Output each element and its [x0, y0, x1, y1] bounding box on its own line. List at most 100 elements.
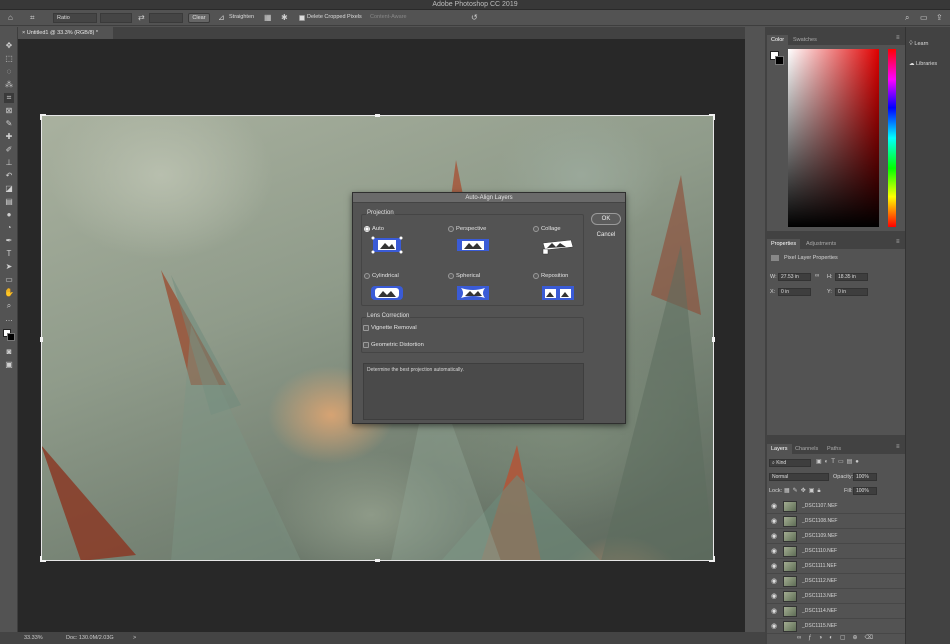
crop-handle-left[interactable]: [40, 337, 43, 342]
perspective-label[interactable]: Perspective: [456, 226, 486, 232]
crop-tool-icon[interactable]: ⌗: [30, 14, 35, 22]
eyedropper-tool-icon[interactable]: ✎: [4, 119, 14, 129]
layer-row[interactable]: ◉ _DSC1109.NEF: [767, 529, 905, 544]
visibility-eye-icon[interactable]: ◉: [771, 577, 777, 585]
tab-properties[interactable]: Properties: [767, 239, 801, 249]
layer-row[interactable]: ◉ _DSC1115.NEF: [767, 619, 905, 634]
height-input[interactable]: [149, 13, 183, 23]
marquee-tool-icon[interactable]: ⬚: [4, 54, 14, 64]
visibility-eye-icon[interactable]: ◉: [771, 532, 777, 540]
layer-filter-kind[interactable]: ⌕ Kind: [769, 459, 811, 467]
shape-tool-icon[interactable]: ▭: [4, 275, 14, 285]
brush-tool-icon[interactable]: ✐: [4, 145, 14, 155]
tab-layers[interactable]: Layers: [767, 444, 792, 454]
layer-row[interactable]: ◉ _DSC1107.NEF: [767, 499, 905, 514]
crop-handle-top-left[interactable]: [40, 114, 46, 120]
straighten-label[interactable]: Straighten: [229, 14, 254, 20]
y-field[interactable]: 0 in: [835, 288, 868, 296]
swap-icon[interactable]: ⇄: [138, 14, 145, 22]
blend-mode-select[interactable]: Normal: [769, 473, 829, 481]
crop-handle-top[interactable]: [375, 114, 380, 117]
height-field[interactable]: 18.35 in: [835, 273, 868, 281]
layer-row[interactable]: ◉ _DSC1114.NEF: [767, 604, 905, 619]
crop-handle-bottom-left[interactable]: [40, 556, 46, 562]
collage-radio[interactable]: [533, 226, 539, 232]
tab-swatches[interactable]: Swatches: [789, 35, 821, 45]
background-color-chip[interactable]: [775, 56, 784, 65]
move-tool-icon[interactable]: ✥: [4, 41, 14, 51]
lock-icons[interactable]: ▦✎✥▣🔒︎: [784, 487, 824, 495]
crop-handle-right[interactable]: [712, 337, 715, 342]
zoom-level[interactable]: 33.33%: [24, 632, 43, 644]
panel-menu-icon[interactable]: ≡: [896, 35, 900, 41]
home-icon[interactable]: ⌂: [8, 14, 13, 22]
panel-menu-icon[interactable]: ≡: [896, 239, 900, 245]
delete-cropped-checkbox[interactable]: [299, 15, 305, 21]
visibility-eye-icon[interactable]: ◉: [771, 517, 777, 525]
auto-label[interactable]: Auto: [372, 226, 384, 232]
cylindrical-label[interactable]: Cylindrical: [372, 273, 399, 279]
grid-overlay-icon[interactable]: ▦: [264, 14, 272, 22]
quick-mask-icon[interactable]: ◙: [4, 347, 14, 357]
geometric-label[interactable]: Geometric Distortion: [371, 342, 424, 348]
gear-icon[interactable]: ✱: [281, 14, 288, 22]
reposition-label[interactable]: Reposition: [541, 273, 568, 279]
status-menu-arrow[interactable]: >: [133, 632, 136, 644]
history-brush-icon[interactable]: ↶: [4, 171, 14, 181]
background-color-swatch[interactable]: [7, 333, 15, 341]
width-field[interactable]: 27.53 in: [778, 273, 811, 281]
eraser-tool-icon[interactable]: ◪: [4, 184, 14, 194]
tab-paths[interactable]: Paths: [823, 444, 845, 454]
visibility-eye-icon[interactable]: ◉: [771, 622, 777, 630]
straighten-icon[interactable]: ⊿: [218, 14, 225, 22]
layer-row[interactable]: ◉ _DSC1112.NEF: [767, 574, 905, 589]
vignette-label[interactable]: Vignette Removal: [371, 325, 417, 331]
hand-tool-icon[interactable]: ✋: [4, 288, 14, 298]
layer-row[interactable]: ◉ _DSC1113.NEF: [767, 589, 905, 604]
ok-button[interactable]: OK: [591, 213, 621, 225]
crop-handle-bottom-right[interactable]: [709, 556, 715, 562]
tab-color[interactable]: Color: [767, 35, 789, 45]
frame-tool-icon[interactable]: ⊠: [4, 106, 14, 116]
geometric-checkbox[interactable]: [363, 342, 369, 348]
crop-handle-bottom[interactable]: [375, 559, 380, 562]
stamp-tool-icon[interactable]: ⊥: [4, 158, 14, 168]
ratio-select[interactable]: Ratio: [53, 13, 97, 23]
vignette-checkbox[interactable]: [363, 325, 369, 331]
layers-footer-icons[interactable]: ∞ƒ◑◐▢⊕⌫: [767, 634, 905, 644]
link-icon[interactable]: ∞: [815, 273, 819, 279]
dodge-tool-icon[interactable]: ◔: [4, 223, 14, 233]
tab-adjustments[interactable]: Adjustments: [802, 239, 840, 249]
hue-slider[interactable]: [888, 49, 896, 227]
search-icon[interactable]: ⌕: [905, 14, 909, 22]
pen-tool-icon[interactable]: ✒: [4, 236, 14, 246]
perspective-radio[interactable]: [448, 226, 454, 232]
healing-tool-icon[interactable]: ✚: [4, 132, 14, 142]
zoom-tool-icon[interactable]: ⌕: [4, 301, 14, 311]
reposition-radio[interactable]: [533, 273, 539, 279]
crop-tool-icon[interactable]: ⌗: [4, 93, 14, 103]
more-tools-icon[interactable]: …: [4, 314, 14, 324]
share-icon[interactable]: ⇪: [936, 14, 943, 22]
path-select-tool-icon[interactable]: ➤: [4, 262, 14, 272]
learn-button[interactable]: 💡︎ Learn: [909, 38, 949, 50]
visibility-eye-icon[interactable]: ◉: [771, 502, 777, 510]
collage-label[interactable]: Collage: [541, 226, 561, 232]
visibility-eye-icon[interactable]: ◉: [771, 592, 777, 600]
blur-tool-icon[interactable]: ●: [4, 210, 14, 220]
lasso-tool-icon[interactable]: ◌: [4, 67, 14, 77]
width-input[interactable]: [100, 13, 132, 23]
clear-button[interactable]: Clear: [188, 13, 210, 23]
reset-icon[interactable]: ↺: [471, 14, 478, 22]
visibility-eye-icon[interactable]: ◉: [771, 547, 777, 555]
workspace-icon[interactable]: ▭: [920, 14, 928, 22]
tab-channels[interactable]: Channels: [791, 444, 822, 454]
quick-select-tool-icon[interactable]: ⁂: [4, 80, 14, 90]
spherical-label[interactable]: Spherical: [456, 273, 480, 279]
gradient-tool-icon[interactable]: ▤: [4, 197, 14, 207]
cancel-button[interactable]: Cancel: [591, 230, 621, 242]
panel-menu-icon[interactable]: ≡: [896, 444, 900, 450]
document-tab[interactable]: × Untitled1 @ 33.3% (RGB/8) *: [18, 27, 113, 39]
crop-handle-top-right[interactable]: [709, 114, 715, 120]
libraries-button[interactable]: ☁︎ Libraries: [909, 58, 949, 70]
